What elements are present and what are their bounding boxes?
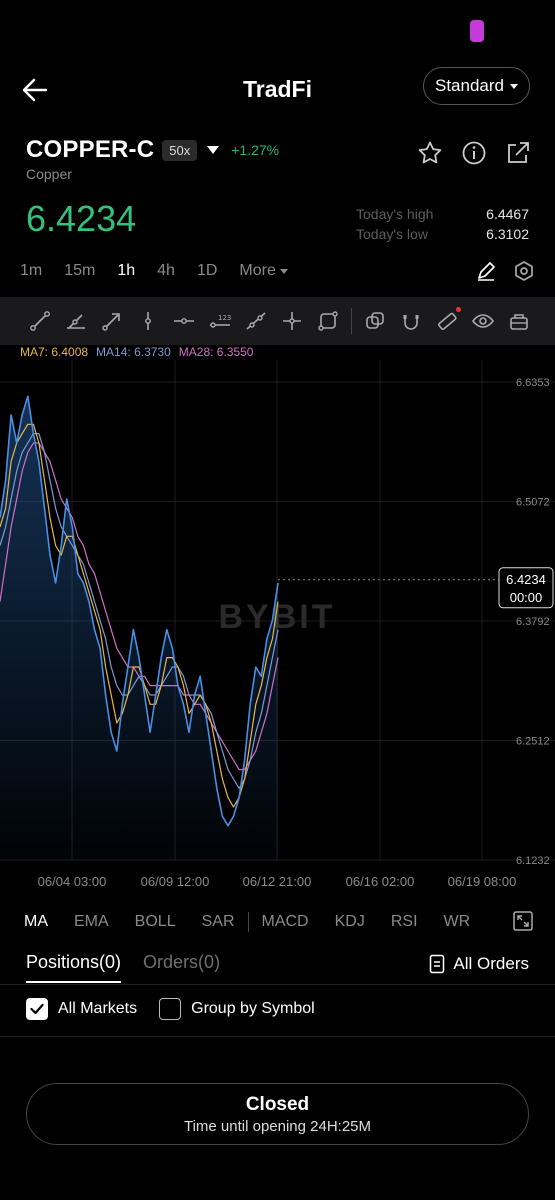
y-tick-label: 6.5072 <box>516 497 550 509</box>
market-closed-button[interactable]: Closed Time until opening 24H:25M <box>26 1083 529 1145</box>
app-status-icon <box>470 20 484 42</box>
indicator-rsi[interactable]: RSI <box>391 913 418 931</box>
market-status-subtitle: Time until opening 24H:25M <box>183 1117 372 1135</box>
crosshair-icon[interactable] <box>274 303 310 339</box>
symbol-row: COPPER-C 50x +1.27% <box>26 134 279 166</box>
all-markets-label: All Markets <box>58 1000 138 1017</box>
ma28-value: MA28: 6.3550 <box>178 345 254 359</box>
document-icon <box>430 954 445 974</box>
svg-text:123: 123 <box>218 314 231 322</box>
market-status-title: Closed <box>245 1093 310 1115</box>
ray-arrow-icon[interactable] <box>94 303 130 339</box>
pencil-icon[interactable] <box>475 260 497 287</box>
y-tick-label: 6.2512 <box>516 736 550 748</box>
chart-tools <box>475 260 535 287</box>
favorite-star-icon[interactable] <box>417 140 443 166</box>
timeframe-tabs: 1m 15m 1h 4h 1D More <box>20 262 310 280</box>
angle-line-icon[interactable] <box>58 303 94 339</box>
indicator-ema[interactable]: EMA <box>74 913 109 931</box>
eraser-icon[interactable] <box>501 303 537 339</box>
notification-dot <box>456 307 461 312</box>
ma14-value: MA14: 6.3730 <box>96 345 171 359</box>
vertical-line-icon[interactable] <box>130 303 166 339</box>
ruler-icon[interactable] <box>429 303 465 339</box>
ma7-value: MA7: 6.4008 <box>20 345 89 359</box>
leverage-badge: 50x <box>162 139 198 161</box>
last-price-tag-value: 6.4234 <box>506 572 546 587</box>
indicator-kdj[interactable]: KDJ <box>335 913 365 931</box>
symbol-name[interactable]: COPPER-C <box>26 136 154 164</box>
layers-icon[interactable] <box>357 303 393 339</box>
low-label: Today's low <box>356 226 428 242</box>
x-tick-label: 06/04 03:00 <box>38 874 107 889</box>
daily-stats: Today's high 6.4467 Today's low 6.3102 <box>356 204 529 244</box>
toolbar-divider <box>351 308 352 334</box>
tab-more[interactable]: More <box>239 262 288 280</box>
checkbox-checked-icon[interactable] <box>26 998 48 1020</box>
trend-line-icon[interactable] <box>22 303 58 339</box>
group-by-symbol-checkbox[interactable]: Group by Symbol <box>159 998 315 1020</box>
tab-1d[interactable]: 1D <box>197 262 217 280</box>
tab-1h[interactable]: 1h <box>117 262 135 280</box>
symbol-dropdown-icon[interactable] <box>207 146 220 154</box>
price-chart[interactable]: 6.6353 6.5072 6.3792 6.2512 6.1232 06/04 03:0… <box>0 360 555 900</box>
tab-15m[interactable]: 15m <box>64 262 95 280</box>
caret-down-icon <box>279 268 288 274</box>
high-label: Today's high <box>356 206 434 222</box>
tab-positions[interactable]: Positions(0) <box>26 952 122 983</box>
indicator-macd[interactable]: MACD <box>262 913 309 931</box>
fullscreen-icon[interactable] <box>512 910 534 932</box>
x-tick-label: 06/19 08:00 <box>448 874 517 889</box>
x-tick-label: 06/12 21:00 <box>243 874 312 889</box>
more-label: More <box>239 262 276 279</box>
indicator-divider <box>247 912 249 932</box>
y-tick-label: 6.1232 <box>516 855 550 867</box>
x-tick-label: 06/09 12:00 <box>141 874 210 889</box>
checkbox-empty-icon[interactable] <box>159 998 182 1020</box>
tab-1m[interactable]: 1m <box>20 262 42 280</box>
tab-4h[interactable]: 4h <box>157 262 175 280</box>
tab-orders[interactable]: Orders(0) <box>143 952 220 981</box>
x-tick-label: 06/16 02:00 <box>346 874 415 889</box>
high-value: 6.4467 <box>486 206 529 222</box>
all-orders-button[interactable]: All Orders <box>429 954 529 974</box>
mode-dropdown[interactable]: Standard <box>423 67 530 105</box>
extended-line-icon[interactable] <box>238 303 274 339</box>
price-change: +1.27% <box>231 142 280 158</box>
countdown-tag-value: 00:00 <box>510 590 543 605</box>
all-orders-label: All Orders <box>453 954 529 973</box>
drawing-toolbar: 123 <box>0 297 555 345</box>
header-actions <box>417 140 531 166</box>
positions-tabs: Positions(0) Orders(0) All Orders <box>26 952 529 984</box>
mode-label: Standard <box>435 76 504 95</box>
indicator-sar[interactable]: SAR <box>202 913 235 931</box>
last-price: 6.4234 <box>26 198 137 239</box>
visibility-eye-icon[interactable] <box>465 303 501 339</box>
magnet-icon[interactable] <box>393 303 429 339</box>
info-icon[interactable] <box>461 140 487 166</box>
share-icon[interactable] <box>505 140 531 166</box>
divider <box>0 1036 555 1037</box>
indicator-boll[interactable]: BOLL <box>135 913 176 931</box>
instrument-name: Copper <box>26 166 72 182</box>
low-value: 6.3102 <box>486 226 529 242</box>
settings-hex-icon[interactable] <box>513 260 535 287</box>
divider <box>0 984 555 985</box>
y-tick-label: 6.3792 <box>516 616 550 628</box>
position-filters: All Markets Group by Symbol <box>26 998 337 1020</box>
indicator-ma[interactable]: MA <box>24 913 48 931</box>
caret-down-icon <box>510 83 518 89</box>
price-label-icon[interactable]: 123 <box>202 303 238 339</box>
y-tick-label: 6.6353 <box>516 377 550 389</box>
ma-legend: MA7: 6.4008 MA14: 6.3730 MA28: 6.3550 <box>20 345 253 359</box>
group-by-symbol-label: Group by Symbol <box>191 1000 315 1017</box>
shape-icon[interactable] <box>310 303 346 339</box>
indicator-tabs: MA EMA BOLL SAR MACD KDJ RSI WR <box>24 910 534 932</box>
all-markets-checkbox[interactable]: All Markets <box>26 998 137 1020</box>
indicator-wr[interactable]: WR <box>444 913 471 931</box>
horizontal-line-icon[interactable] <box>166 303 202 339</box>
top-bar: TradFi Standard <box>0 64 555 118</box>
